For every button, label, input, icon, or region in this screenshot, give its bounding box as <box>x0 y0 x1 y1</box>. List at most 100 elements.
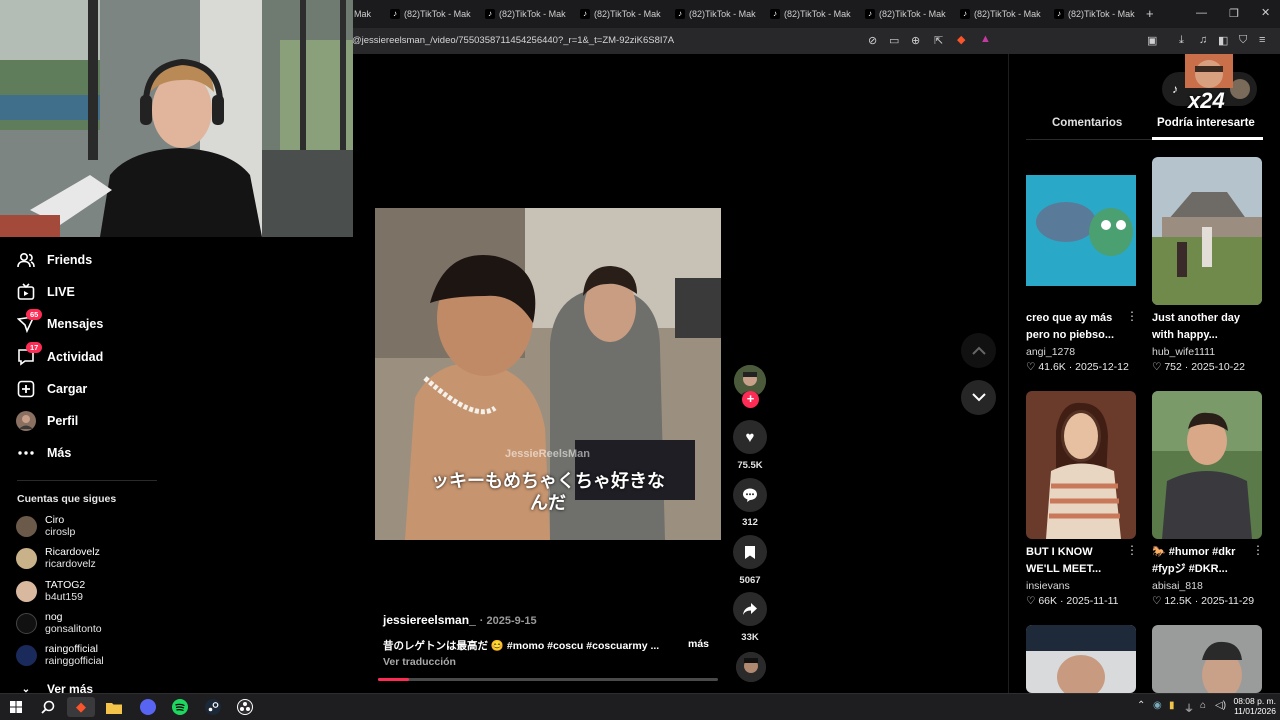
card-title-line: WE'LL MEET... <box>1026 562 1102 575</box>
tray-folder-icon[interactable]: ▮ <box>1169 700 1175 711</box>
account-username: b4ut159 <box>45 591 83 603</box>
sidebar-item-friends[interactable]: Friends <box>16 250 92 270</box>
discord-icon[interactable] <box>138 697 158 717</box>
windows-start-button[interactable] <box>6 697 26 717</box>
next-video-button[interactable] <box>961 380 996 415</box>
caption-more-button[interactable]: más <box>688 638 709 650</box>
new-tab-button[interactable]: + <box>1146 6 1154 21</box>
tray-expand-icon[interactable]: ⌃ <box>1137 700 1145 711</box>
browser-tab[interactable]: ♪ (82)TikTok - Mak <box>1050 4 1142 24</box>
volume-icon[interactable]: ◁) <box>1215 700 1226 711</box>
tab-comments[interactable]: Comentarios <box>1052 117 1122 129</box>
previous-video-button[interactable] <box>961 333 996 368</box>
following-account[interactable]: Ciro ciroslp <box>16 514 75 538</box>
brave-taskbar-icon[interactable]: ◆ <box>67 697 95 717</box>
sidebar-item-live[interactable]: LIVE <box>16 282 75 302</box>
translate-button[interactable]: Ver traducción <box>383 656 456 668</box>
card-username[interactable]: insievans <box>1026 580 1070 592</box>
spotify-icon[interactable] <box>170 697 190 717</box>
minimize-icon[interactable]: — <box>1196 7 1207 19</box>
sidebar-item-label: Más <box>47 446 72 460</box>
browser-tab[interactable]: ♪ (82)TikTok - Mak <box>576 4 668 24</box>
save-button[interactable] <box>733 535 767 569</box>
tray-usb-icon[interactable]: ⏚ <box>1184 700 1194 715</box>
more-options-icon[interactable]: ⋮ <box>1126 543 1138 557</box>
card-title[interactable]: BUT I KNOW WE'LL MEET... <box>1026 544 1124 577</box>
browser-tab[interactable]: ♪ (82)TikTok - Mak <box>861 4 953 24</box>
tab-recommendations[interactable]: Podría interesarte <box>1157 117 1255 129</box>
browser-tab[interactable]: ♪ (82)TikTok - Mak <box>386 4 478 24</box>
zoom-icon[interactable]: ⊕ <box>911 34 920 47</box>
menu-icon[interactable]: ≡ <box>1259 34 1265 46</box>
rewards-icon[interactable]: ▲ <box>980 33 991 45</box>
steam-icon[interactable] <box>203 697 223 717</box>
following-title: Cuentas que sigues <box>17 493 117 505</box>
vpn-icon[interactable]: ⛉ <box>1239 34 1247 47</box>
share-button[interactable] <box>733 592 767 626</box>
video-thumbnail[interactable] <box>1026 625 1136 693</box>
card-likes: 12.5K <box>1164 595 1192 607</box>
download-icon[interactable]: ⤓ <box>1179 34 1184 47</box>
tiktok-icon: ♪ <box>770 9 780 19</box>
video-progress-bar[interactable] <box>378 678 718 681</box>
comment-button[interactable] <box>733 478 767 512</box>
video-thumbnail[interactable] <box>1026 157 1136 305</box>
card-username[interactable]: angi_1278 <box>1026 346 1075 358</box>
following-account[interactable]: TATOG2 b4ut159 <box>16 579 85 603</box>
video-thumbnail[interactable] <box>1152 157 1262 305</box>
no-signal-icon[interactable]: ⊘ <box>868 34 877 47</box>
url-field[interactable]: @jessiereelsman_/video/75503587114542564… <box>352 35 674 46</box>
video-thumbnail[interactable] <box>1152 625 1262 693</box>
sidebar-item-activity[interactable]: 17 Actividad <box>16 342 103 367</box>
sidebar-divider <box>17 480 157 481</box>
browser-tab[interactable]: ♪ (82)TikTok - Mak <box>766 4 858 24</box>
screen-icon[interactable]: ▭ <box>889 34 899 47</box>
card-username[interactable]: abisai_818 <box>1152 580 1203 592</box>
share-icon[interactable]: ⇱ <box>934 34 943 47</box>
video-progress-fill <box>378 678 409 681</box>
more-options-icon[interactable]: ⋮ <box>1126 309 1138 323</box>
tiktok-icon: ♪ <box>390 9 400 19</box>
share-arrow-icon <box>743 603 757 615</box>
card-username[interactable]: hub_wife1111 <box>1152 346 1215 358</box>
file-explorer-icon[interactable] <box>104 697 124 717</box>
card-title[interactable]: creo que ay más pero no piebso... <box>1026 310 1124 343</box>
author-name[interactable]: jessiereelsman_ <box>383 613 476 627</box>
tray-app-icon[interactable]: ◉ <box>1153 700 1162 711</box>
follow-plus-button[interactable]: + <box>742 391 759 408</box>
sidebar-item-upload[interactable]: Cargar <box>16 379 87 399</box>
network-icon[interactable]: ⌂ <box>1200 700 1206 711</box>
more-options-icon[interactable]: ⋮ <box>1252 543 1264 557</box>
video-thumbnail[interactable] <box>1152 391 1262 539</box>
card-title[interactable]: Just another day with happy... <box>1152 310 1250 343</box>
activity-icon: 17 <box>16 342 43 367</box>
card-title[interactable]: 🐎 #humor #dkr #fypジ #DKR... <box>1152 544 1250 577</box>
clock[interactable]: 08:08 p. m. 11/01/2026 <box>1228 696 1276 716</box>
tab-label: (82)TikTok - Mak <box>689 9 756 19</box>
obs-icon[interactable] <box>235 697 255 717</box>
card-date: 2025-11-29 <box>1201 595 1255 607</box>
video-player[interactable]: JessieReelsMan ッキーもめちゃくちゃ好きな んだ <box>375 208 721 540</box>
restore-icon[interactable]: ❐ <box>1229 7 1239 20</box>
browser-tab[interactable]: ♪ (82)TikTok - Mak <box>481 4 573 24</box>
avatar[interactable] <box>1230 79 1250 99</box>
browser-tab[interactable]: ♪ (82)TikTok - Mak <box>671 4 763 24</box>
wallet-icon[interactable]: ▣ <box>1147 34 1157 47</box>
sidebar-item-more[interactable]: Más <box>16 443 71 463</box>
following-account[interactable]: Ricardovelz ricardovelz <box>16 546 100 570</box>
sidebar-item-messages[interactable]: 65 Mensajes <box>16 309 103 334</box>
video-thumbnail[interactable] <box>1026 391 1136 539</box>
tiktok-icon: ♪ <box>580 9 590 19</box>
like-button[interactable]: ♥ <box>733 420 767 454</box>
sidebar-icon[interactable]: ◧ <box>1218 34 1228 47</box>
brave-shield-icon[interactable]: ◆ <box>957 33 965 46</box>
sidebar-item-profile[interactable]: Perfil <box>16 411 78 431</box>
following-account[interactable]: nog gonsalitonto <box>16 611 102 635</box>
browser-tab[interactable]: ♪ (82)TikTok - Mak <box>956 4 1048 24</box>
search-icon[interactable] <box>38 697 58 717</box>
music-icon[interactable]: ♫ <box>1199 34 1207 46</box>
sound-disc[interactable] <box>736 652 766 682</box>
following-account[interactable]: raingofficial rainggofficial <box>16 643 104 667</box>
browser-tab[interactable]: Mak <box>350 4 380 24</box>
close-icon[interactable]: ✕ <box>1261 6 1270 19</box>
